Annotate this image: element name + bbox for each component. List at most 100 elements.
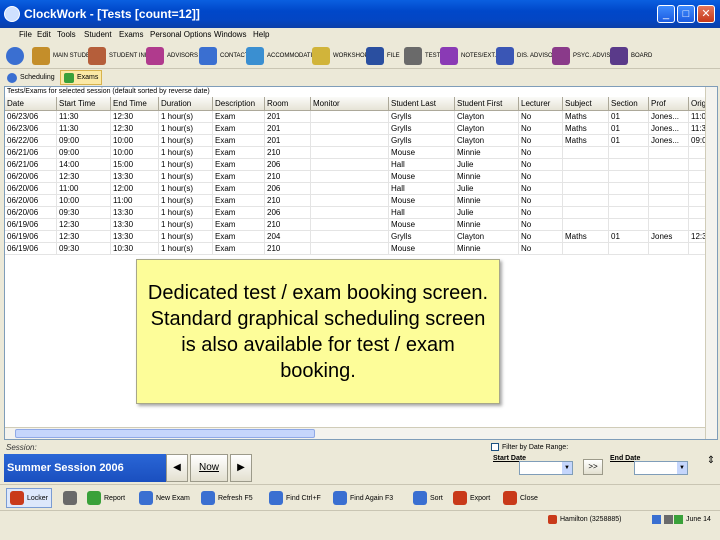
button-label: Refresh F5	[218, 494, 253, 502]
toolbar-student-info-button[interactable]: STUDENT INFO	[88, 45, 153, 67]
vertical-scrollbar[interactable]	[705, 87, 717, 439]
export-button[interactable]: Export	[450, 488, 493, 508]
toolbar-file-button[interactable]: FILE	[366, 45, 400, 67]
next-session-button[interactable]: ▶	[230, 454, 252, 482]
new-exam-button[interactable]: New Exam	[136, 488, 193, 508]
export-icon	[453, 491, 467, 505]
table-cell	[563, 195, 609, 207]
locker-button[interactable]: Locker	[6, 488, 53, 508]
table-cell: Jones...	[649, 111, 689, 123]
accommodations-icon	[246, 47, 264, 65]
column-header[interactable]: Student Last	[389, 97, 455, 111]
toolbar-tests-button[interactable]: TESTS	[404, 45, 444, 67]
find-icon	[269, 491, 283, 505]
toolbar-notes-button[interactable]: NOTES/EXT.	[440, 45, 496, 67]
table-cell: 01	[609, 135, 649, 147]
menu-exams[interactable]: Exams	[119, 30, 143, 39]
table-row[interactable]: 06/21/06 09:00 10:00 1 hour(s) Exam 210 Mouse M…	[5, 147, 717, 159]
start-date-input[interactable]: ▼	[519, 461, 573, 475]
file-icon	[366, 47, 384, 65]
end-date-input[interactable]: ▼	[634, 461, 688, 475]
table-cell: Jones...	[649, 135, 689, 147]
column-header[interactable]: Duration	[159, 97, 213, 111]
table-row[interactable]: 06/20/06 12:30 13:30 1 hour(s) Exam 210 Mouse M…	[5, 171, 717, 183]
column-header[interactable]: Monitor	[311, 97, 389, 111]
column-header[interactable]: End Time	[111, 97, 159, 111]
table-row[interactable]: 06/19/06 12:30 13:30 1 hour(s) Exam 204 Grylls…	[5, 231, 717, 243]
maximize-button[interactable]: □	[677, 5, 695, 23]
toolbar-label: WORKSHOP	[333, 53, 369, 59]
app-clock-icon	[4, 6, 20, 22]
table-cell: Minnie	[455, 171, 519, 183]
table-row[interactable]: 06/21/06 14:00 15:00 1 hour(s) Exam 206 Hall Ju…	[5, 159, 717, 171]
table-row[interactable]: 06/19/06 09:30 10:30 1 hour(s) Exam 210 Mouse M…	[5, 243, 717, 255]
table-row[interactable]: 06/23/06 11:30 12:30 1 hour(s) Exam 201 Grylls…	[5, 111, 717, 123]
tab-scheduling[interactable]: Scheduling	[4, 70, 58, 85]
table-row[interactable]: 06/20/06 09:30 13:30 1 hour(s) Exam 206 Hall Ju…	[5, 207, 717, 219]
table-cell: Exam	[213, 207, 265, 219]
close-window-button[interactable]: ✕	[697, 5, 715, 23]
menu-windows[interactable]: Windows	[214, 30, 246, 39]
dropdown-arrow-icon[interactable]: ▼	[562, 462, 572, 474]
column-header[interactable]: Student First	[455, 97, 519, 111]
table-cell: Exam	[213, 231, 265, 243]
refresh-button[interactable]: Refresh F5	[198, 488, 256, 508]
table-cell: Mouse	[389, 147, 455, 159]
column-header[interactable]: Date	[5, 97, 57, 111]
menu-personal-options[interactable]: Personal Options	[150, 30, 211, 39]
table-cell: 11:00	[57, 183, 111, 195]
table-row[interactable]: 06/20/06 10:00 11:00 1 hour(s) Exam 210 Mouse M…	[5, 195, 717, 207]
now-button[interactable]: Now	[190, 454, 228, 482]
menu-tools[interactable]: Tools	[57, 30, 76, 39]
scrollbar-thumb[interactable]	[15, 429, 315, 438]
print-button[interactable]	[60, 488, 80, 508]
table-cell: 09:00	[57, 135, 111, 147]
expand-icon[interactable]: ⇕	[705, 455, 717, 477]
table-cell	[311, 243, 389, 255]
table-cell: 11:00	[111, 195, 159, 207]
table-cell	[311, 123, 389, 135]
menu-student[interactable]: Student	[84, 30, 112, 39]
report-button[interactable]: Report	[84, 488, 128, 508]
dropdown-arrow-icon[interactable]: ▼	[677, 462, 687, 474]
sort-button[interactable]: Sort	[410, 488, 446, 508]
apply-date-filter-button[interactable]: >>	[583, 459, 603, 475]
minimize-button[interactable]: _	[657, 5, 675, 23]
table-row[interactable]: 06/20/06 11:00 12:00 1 hour(s) Exam 206 Hall Ju…	[5, 183, 717, 195]
column-header[interactable]: Room	[265, 97, 311, 111]
column-header[interactable]: Description	[213, 97, 265, 111]
column-header[interactable]: Prof	[649, 97, 689, 111]
toolbar-contact-button[interactable]: CONTACT	[199, 45, 249, 67]
horizontal-scrollbar[interactable]	[5, 427, 705, 439]
table-cell: 06/23/06	[5, 111, 57, 123]
table-cell: Minnie	[455, 147, 519, 159]
table-row[interactable]: 06/23/06 11:30 12:30 1 hour(s) Exam 201 Grylls…	[5, 123, 717, 135]
table-row[interactable]: 06/22/06 09:00 10:00 1 hour(s) Exam 201 Grylls…	[5, 135, 717, 147]
toolbar-label: BOARD	[631, 53, 653, 59]
column-header[interactable]: Lecturer	[519, 97, 563, 111]
table-cell: Mouse	[389, 243, 455, 255]
tab-exams[interactable]: Exams	[60, 70, 103, 85]
find-button[interactable]: Find Ctrl+F	[266, 488, 324, 508]
filter-checkbox[interactable]	[491, 443, 499, 451]
previous-session-button[interactable]: ◀	[166, 454, 188, 482]
menu-file[interactable]: File	[19, 30, 32, 39]
lock-icon	[664, 515, 673, 524]
tab-label: Scheduling	[20, 74, 55, 81]
menu-edit[interactable]: Edit	[37, 30, 51, 39]
table-cell: Exam	[213, 111, 265, 123]
menu-help[interactable]: Help	[253, 30, 269, 39]
table-cell: 13:30	[111, 171, 159, 183]
column-header[interactable]: Section	[609, 97, 649, 111]
toolbar-board-button[interactable]: BOARD	[610, 45, 652, 67]
toolbar-workshop-button[interactable]: WORKSHOP	[312, 45, 369, 67]
toolbar-clock-button[interactable]	[6, 45, 24, 67]
button-label: Export	[470, 494, 491, 502]
close-button[interactable]: Close	[500, 488, 541, 508]
column-header[interactable]: Start Time	[57, 97, 111, 111]
column-header[interactable]: Subject	[563, 97, 609, 111]
table-cell: 01	[609, 123, 649, 135]
table-row[interactable]: 06/19/06 12:30 13:30 1 hour(s) Exam 210 Mouse M…	[5, 219, 717, 231]
find-again-button[interactable]: Find Again F3	[330, 488, 396, 508]
toolbar-advisors-button[interactable]: ADVISORS	[146, 45, 198, 67]
